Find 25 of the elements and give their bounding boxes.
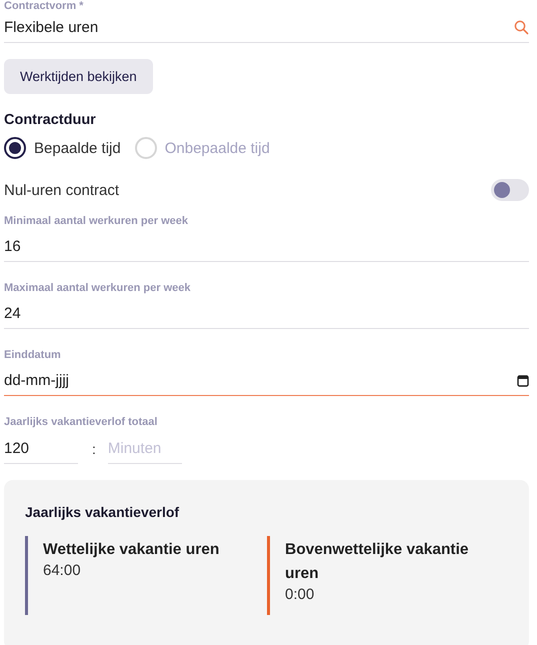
field-label: Minimaal aantal werkuren per week	[4, 215, 190, 227]
hours-field[interactable]: 120	[4, 440, 78, 456]
stat-label: Bovenwettelijke vakantie uren	[285, 540, 470, 584]
text-field[interactable]: 16	[4, 238, 529, 254]
field-label: Einddatum	[4, 349, 62, 361]
minutes-field[interactable]: Minuten	[108, 440, 182, 456]
section-title: Contractduur	[4, 112, 97, 128]
field-label: Jaarlijks vakantieverlof totaal	[4, 416, 158, 428]
toggle-switch[interactable]	[491, 179, 529, 201]
toggle-label: Nul-uren contract	[4, 182, 120, 198]
radio-option[interactable]: Bepaalde tijd	[4, 137, 121, 159]
stat-label: Wettelijke vakantie uren	[43, 540, 220, 560]
radio-icon[interactable]	[4, 137, 26, 159]
text-field[interactable]: Flexibele uren	[4, 18, 514, 36]
field-label: Contractvorm *	[4, 0, 84, 12]
time-separator: :	[92, 440, 96, 456]
view-hours-button[interactable]: Werktijden bekijken	[4, 59, 153, 94]
search-icon[interactable]	[514, 20, 529, 34]
stat-value: 0:00	[285, 586, 316, 603]
card-title: Jaarlijks vakantieverlof	[25, 504, 180, 520]
stat-value: 64:00	[43, 562, 82, 579]
calendar-icon[interactable]	[517, 374, 529, 386]
text-field[interactable]: 24	[4, 304, 529, 322]
text-field[interactable]: dd-mm-jjjj	[4, 372, 517, 388]
field-label: Maximaal aantal werkuren per week	[4, 282, 192, 294]
